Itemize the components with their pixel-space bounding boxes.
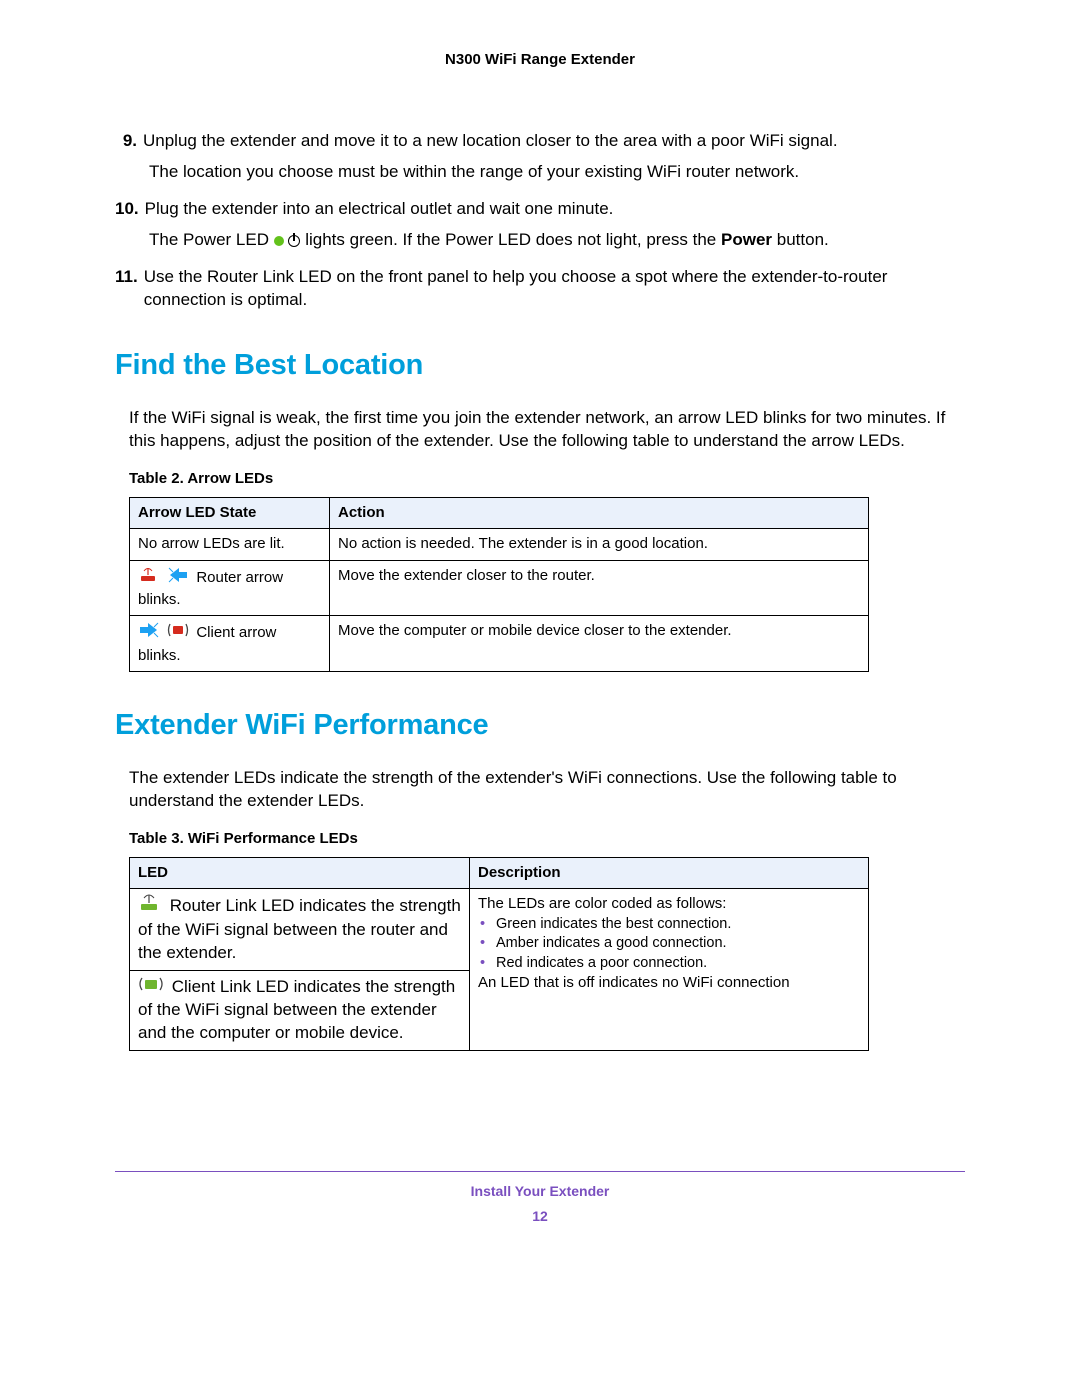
cell-action: Move the computer or mobile device close… <box>330 616 869 672</box>
desc-intro: The LEDs are color coded as follows: <box>478 894 860 914</box>
step-11: 11. Use the Router Link LED on the front… <box>115 266 965 312</box>
table-header-row: Arrow LED State Action <box>130 498 869 529</box>
cell-action: No action is needed. The extender is in … <box>330 529 869 560</box>
router-red-icon <box>138 567 160 589</box>
col-description: Description <box>470 858 869 889</box>
arrow-leds-table: Arrow LED State Action No arrow LEDs are… <box>129 497 869 672</box>
col-led: LED <box>130 858 470 889</box>
step-9-sub: The location you choose must be within t… <box>149 161 965 184</box>
step-number: 11. <box>115 266 144 312</box>
cell-led-router: Router Link LED indicates the strength o… <box>130 889 470 971</box>
led-router-text: Router Link LED indicates the strength o… <box>138 896 461 962</box>
table-row: Router arrow blinks. Move the extender c… <box>130 560 869 616</box>
arrow-blue-icon <box>138 621 160 645</box>
step-9: 9. Unplug the extender and move it to a … <box>115 130 965 153</box>
table-header-row: LED Description <box>130 858 869 889</box>
desc-off: An LED that is off indicates no WiFi con… <box>478 973 860 993</box>
perf-intro: The extender LEDs indicate the strength … <box>129 767 965 813</box>
list-item: Amber indicates a good connection. <box>480 934 860 954</box>
cell-led-client: Client Link LED indicates the strength o… <box>130 971 470 1051</box>
router-link-green-icon <box>138 894 162 919</box>
cell-action: Move the extender closer to the router. <box>330 560 869 616</box>
step-text: Plug the extender into an electrical out… <box>145 198 965 221</box>
col-action: Action <box>330 498 869 529</box>
text-pre: The Power LED <box>149 230 274 249</box>
cell-state: Client arrow blinks. <box>130 616 330 672</box>
list-item: Red indicates a poor connection. <box>480 954 860 974</box>
text-post: button. <box>777 230 829 249</box>
page-footer: Install Your Extender 12 <box>115 1182 965 1226</box>
cell-state: Router arrow blinks. <box>130 560 330 616</box>
color-code-list: Green indicates the best connection. Amb… <box>478 915 860 974</box>
step-number: 9. <box>115 130 143 153</box>
table3-caption: Table 3. WiFi Performance LEDs <box>129 829 965 849</box>
text-bold: Power <box>721 230 772 249</box>
cell-description: The LEDs are color coded as follows: Gre… <box>470 889 869 1051</box>
client-link-green-icon <box>138 976 164 999</box>
footer-section: Install Your Extender <box>115 1182 965 1201</box>
step-10-sub: The Power LED lights green. If the Power… <box>149 229 965 252</box>
step-number: 10. <box>115 198 145 221</box>
page-number: 12 <box>115 1207 965 1226</box>
footer-rule <box>115 1171 965 1172</box>
client-red-icon <box>167 622 189 644</box>
power-icon <box>288 235 300 247</box>
step-10: 10. Plug the extender into an electrical… <box>115 198 965 221</box>
step-text: Use the Router Link LED on the front pan… <box>144 266 965 312</box>
text-mid: lights green. If the Power LED does not … <box>305 230 721 249</box>
list-item: Green indicates the best connection. <box>480 915 860 935</box>
document-header: N300 WiFi Range Extender <box>115 50 965 70</box>
arrow-blue-icon <box>167 566 189 590</box>
cell-state: No arrow LEDs are lit. <box>130 529 330 560</box>
table-row: Client arrow blinks. Move the computer o… <box>130 616 869 672</box>
heading-extender-wifi-performance: Extender WiFi Performance <box>115 706 965 745</box>
table-row: No arrow LEDs are lit. No action is need… <box>130 529 869 560</box>
table2-caption: Table 2. Arrow LEDs <box>129 469 965 489</box>
col-arrow-state: Arrow LED State <box>130 498 330 529</box>
led-client-text: Client Link LED indicates the strength o… <box>138 977 455 1042</box>
wifi-performance-table: LED Description Router Link LED indicate… <box>129 857 869 1051</box>
green-led-dot-icon <box>274 236 284 246</box>
heading-find-best-location: Find the Best Location <box>115 346 965 385</box>
table-row: Router Link LED indicates the strength o… <box>130 889 869 971</box>
step-text: Unplug the extender and move it to a new… <box>143 130 965 153</box>
find-intro: If the WiFi signal is weak, the first ti… <box>129 407 965 453</box>
